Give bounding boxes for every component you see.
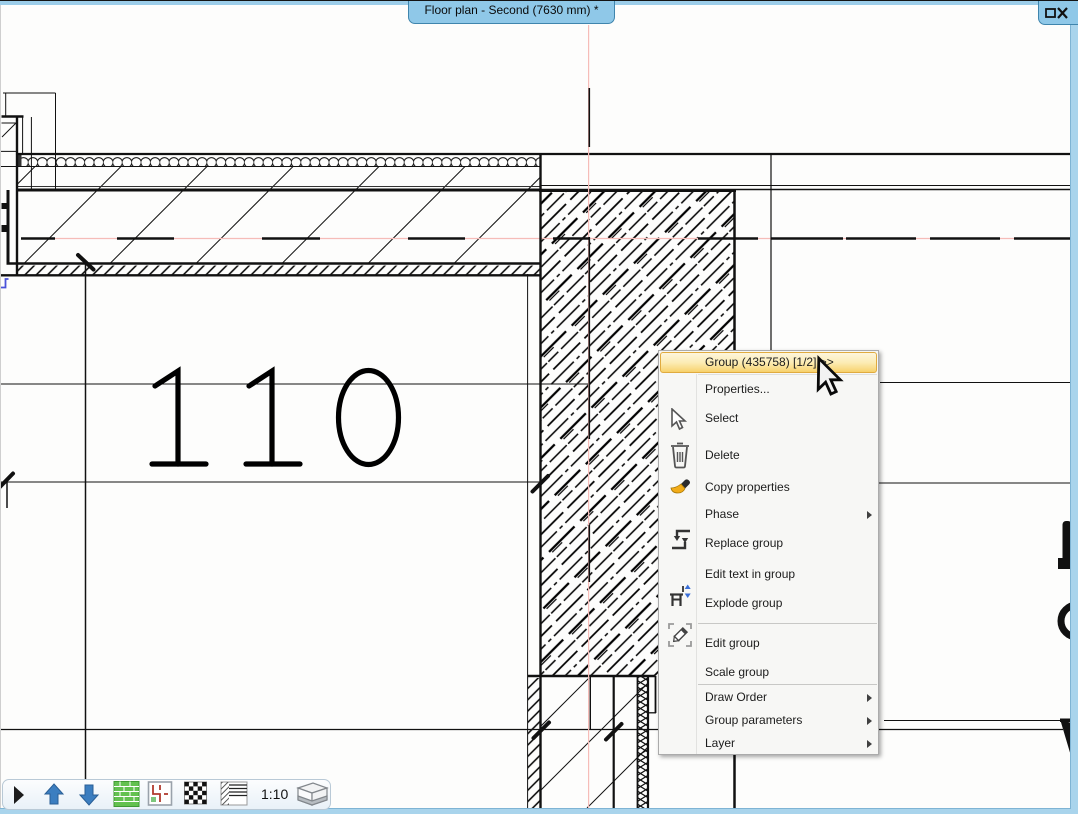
svg-text:1:10: 1:10 xyxy=(261,786,288,802)
